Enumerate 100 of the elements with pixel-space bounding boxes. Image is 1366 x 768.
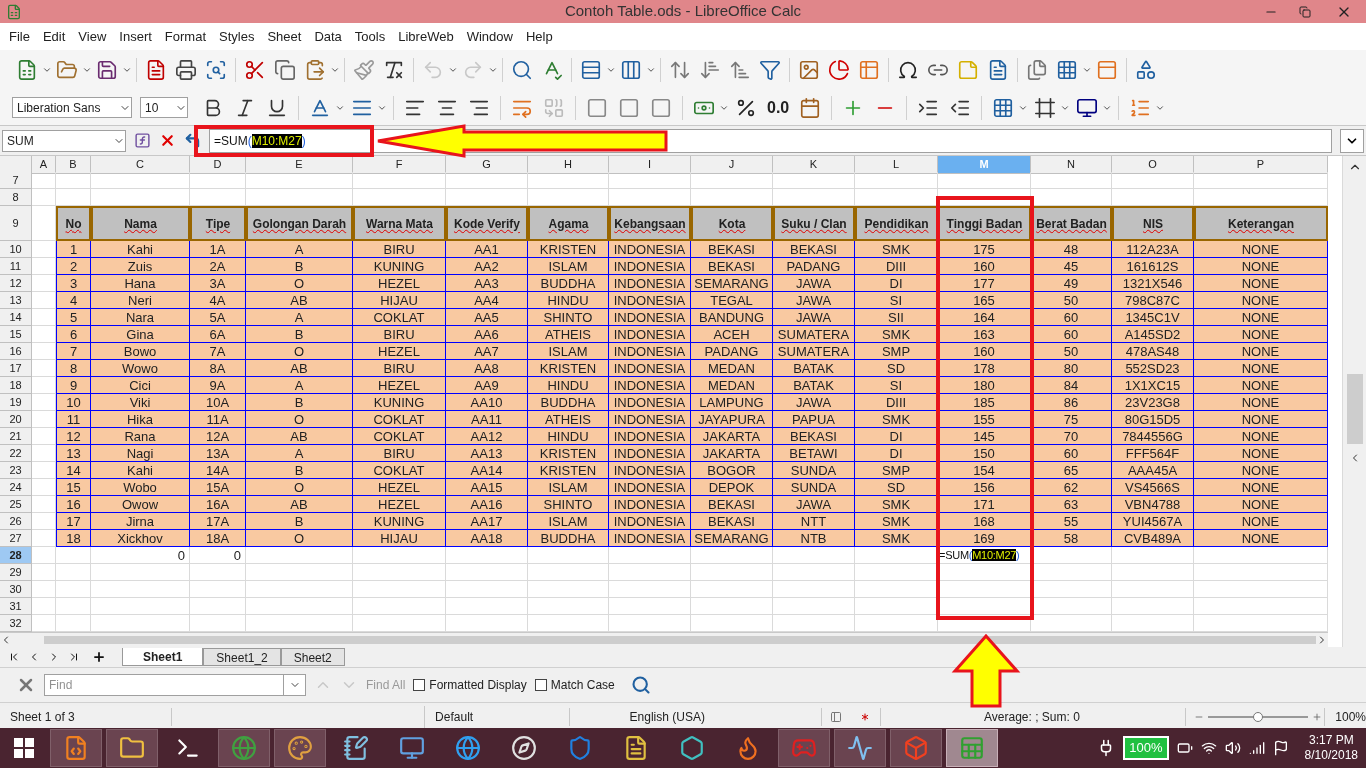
empty-cell[interactable]: [691, 547, 773, 564]
search-icon[interactable]: [630, 675, 651, 695]
empty-cell[interactable]: [773, 547, 855, 564]
empty-cell[interactable]: [353, 581, 446, 598]
caret-icon[interactable]: [1082, 65, 1092, 75]
caret-icon[interactable]: [330, 65, 340, 75]
row-header[interactable]: 15: [0, 326, 32, 343]
row-header[interactable]: 9: [0, 206, 32, 241]
empty-cell[interactable]: [1112, 581, 1194, 598]
empty-cell[interactable]: [691, 564, 773, 581]
empty-cell[interactable]: [190, 172, 246, 189]
column-letter[interactable]: B: [56, 156, 91, 174]
empty-cell[interactable]: [190, 581, 246, 598]
caret-icon[interactable]: [82, 65, 92, 75]
empty-cell[interactable]: [190, 564, 246, 581]
empty-cell[interactable]: [773, 564, 855, 581]
row-header[interactable]: 16: [0, 343, 32, 360]
menu-item[interactable]: Window: [461, 26, 518, 47]
empty-cell[interactable]: [446, 598, 528, 615]
empty-cell[interactable]: [528, 172, 609, 189]
empty-cell[interactable]: [353, 547, 446, 564]
row-header[interactable]: 23: [0, 462, 32, 479]
row-header[interactable]: 8: [0, 189, 32, 206]
checkbox-label[interactable]: Formatted Display: [429, 676, 527, 694]
empty-cell[interactable]: [1031, 581, 1112, 598]
function-wizard-icon[interactable]: [134, 132, 151, 149]
taskbar-button[interactable]: [106, 729, 158, 767]
row-header[interactable]: 30: [0, 581, 32, 598]
empty-cell[interactable]: [1112, 598, 1194, 615]
column-letter[interactable]: L: [855, 156, 938, 174]
cancel-icon[interactable]: [159, 132, 176, 149]
menu-item[interactable]: Styles: [214, 26, 260, 47]
row-header[interactable]: 22: [0, 445, 32, 462]
row-header[interactable]: 7: [0, 172, 32, 189]
row-header[interactable]: 13: [0, 292, 32, 309]
scroll-thumb[interactable]: [43, 636, 1317, 644]
empty-cell[interactable]: [528, 581, 609, 598]
row-header[interactable]: 21: [0, 428, 32, 445]
font-name-field[interactable]: Liberation Sans: [12, 97, 132, 118]
empty-cell[interactable]: [246, 598, 353, 615]
empty-cell[interactable]: [56, 598, 91, 615]
row-header[interactable]: 28: [0, 547, 32, 564]
empty-cell[interactable]: [91, 598, 190, 615]
empty-cell[interactable]: [528, 598, 609, 615]
empty-cell[interactable]: [56, 564, 91, 581]
column-letter[interactable]: J: [691, 156, 773, 174]
menu-item[interactable]: Insert: [114, 26, 157, 47]
menu-item[interactable]: File: [4, 26, 35, 47]
caret-icon[interactable]: [646, 65, 656, 75]
empty-cell[interactable]: [91, 172, 190, 189]
row-header[interactable]: 20: [0, 411, 32, 428]
empty-cell[interactable]: [609, 564, 691, 581]
menu-item[interactable]: Help: [520, 26, 558, 47]
empty-cell[interactable]: [691, 581, 773, 598]
caret-icon[interactable]: [488, 65, 498, 75]
menu-item[interactable]: Data: [309, 26, 347, 47]
row-header[interactable]: 32: [0, 615, 32, 632]
row-header[interactable]: 26: [0, 513, 32, 530]
empty-cell[interactable]: [855, 172, 938, 189]
empty-cell[interactable]: [528, 547, 609, 564]
row-header[interactable]: 25: [0, 496, 32, 513]
empty-cell[interactable]: [691, 172, 773, 189]
caret-icon[interactable]: [42, 65, 52, 75]
row-header[interactable]: 17: [0, 360, 32, 377]
row-header[interactable]: 27: [0, 530, 32, 547]
row-header[interactable]: 10: [0, 241, 32, 258]
empty-cell[interactable]: [773, 172, 855, 189]
empty-cell[interactable]: [1194, 598, 1328, 615]
taskbar-button[interactable]: [834, 729, 886, 767]
column-letter[interactable]: K: [773, 156, 855, 174]
scroll-thumb[interactable]: [1346, 374, 1363, 444]
first-sheet-icon[interactable]: [8, 651, 20, 663]
row-header[interactable]: 12: [0, 275, 32, 292]
column-letter[interactable]: P: [1194, 156, 1328, 174]
menu-item[interactable]: Tools: [349, 26, 391, 47]
accept-icon[interactable]: [184, 132, 201, 149]
column-letter[interactable]: I: [609, 156, 691, 174]
add-sheet-icon[interactable]: [92, 650, 106, 664]
column-letter[interactable]: F: [353, 156, 446, 174]
row-header[interactable]: 24: [0, 479, 32, 496]
empty-cell[interactable]: [609, 581, 691, 598]
menu-item[interactable]: Edit: [37, 26, 71, 47]
zoom-in-icon[interactable]: [1311, 712, 1322, 722]
caret-icon[interactable]: [448, 65, 458, 75]
empty-cell[interactable]: [56, 581, 91, 598]
empty-cell[interactable]: [773, 581, 855, 598]
empty-cell[interactable]: [353, 172, 446, 189]
menu-item[interactable]: View: [73, 26, 112, 47]
empty-cell[interactable]: [609, 172, 691, 189]
empty-cell[interactable]: [1194, 172, 1328, 189]
empty-cell[interactable]: [1194, 581, 1328, 598]
empty-cell[interactable]: [528, 564, 609, 581]
caret-icon[interactable]: [122, 65, 132, 75]
column-letter[interactable]: H: [528, 156, 609, 174]
column-letter[interactable]: O: [1112, 156, 1194, 174]
restore-icon[interactable]: [1299, 5, 1311, 18]
number-format-button[interactable]: 0.0: [763, 95, 794, 120]
empty-cell[interactable]: [1194, 547, 1328, 564]
empty-cell[interactable]: [1194, 564, 1328, 581]
empty-cell[interactable]: [1031, 172, 1112, 189]
